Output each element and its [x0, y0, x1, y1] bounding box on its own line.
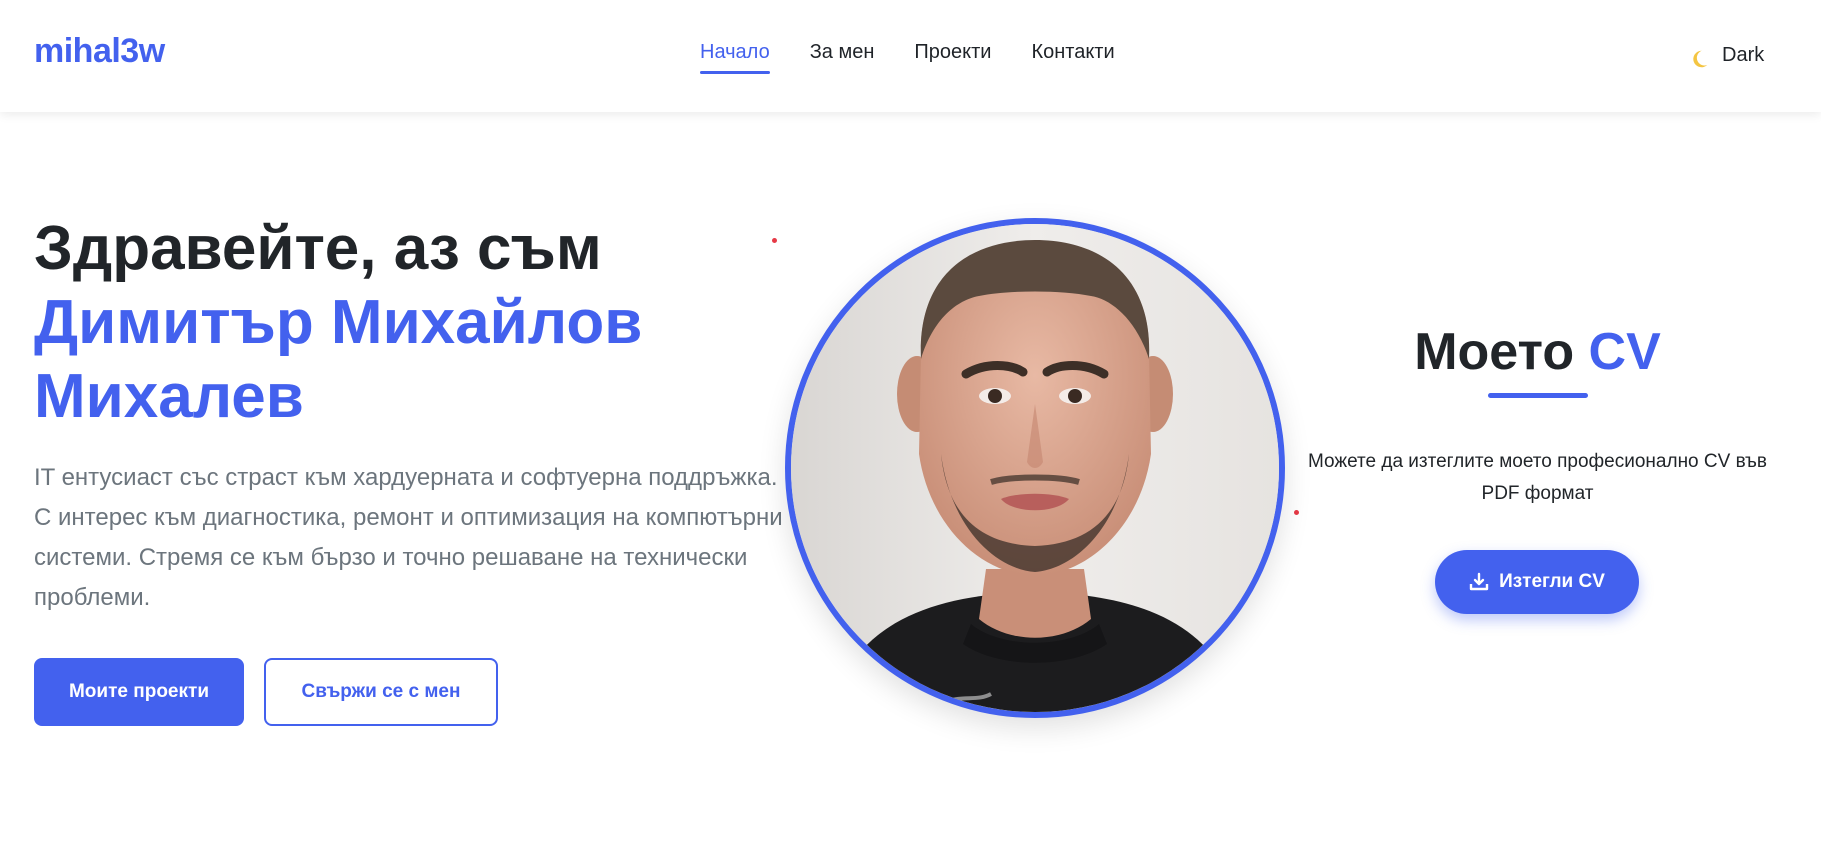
- decorative-dot: [772, 238, 777, 243]
- profile-photo: [785, 218, 1285, 718]
- profile-portrait-image: [791, 224, 1279, 712]
- hero-name-line1: Димитър Михайлов: [34, 288, 643, 357]
- download-cv-label: Изтегли CV: [1499, 571, 1605, 592]
- cv-title-accent: CV: [1588, 323, 1661, 381]
- download-cv-button[interactable]: Изтегли CV: [1435, 550, 1639, 614]
- hero-title: Здравейте, аз съм Димитър Михайлов Михал…: [34, 212, 642, 434]
- nav-link-projects[interactable]: Проекти: [914, 41, 991, 74]
- navbar: mihal3w Начало За мен Проекти Контакти D…: [0, 0, 1821, 112]
- cv-title-prefix: Моето: [1414, 323, 1575, 381]
- cv-description: Можете да изтеглите моето професионално …: [1307, 451, 1768, 504]
- nav-link-contacts[interactable]: Контакти: [1031, 41, 1114, 74]
- cv-title: Моето CV: [1340, 322, 1735, 382]
- download-icon: [1469, 572, 1489, 591]
- nav-link-home[interactable]: Начало: [700, 41, 770, 74]
- decorative-dot: [1294, 510, 1299, 515]
- nav-link-about[interactable]: За мен: [810, 41, 875, 74]
- hero-greeting: Здравейте, аз съм: [34, 214, 602, 283]
- theme-toggle-button[interactable]: Dark: [1688, 40, 1764, 70]
- theme-toggle-label: Dark: [1722, 43, 1765, 66]
- site-logo[interactable]: mihal3w: [34, 32, 165, 71]
- hero-description: IT ентусиаст със страст към хардуерната …: [34, 464, 783, 611]
- hero-name-line2: Михалев: [34, 362, 304, 431]
- moon-icon: [1693, 50, 1708, 68]
- nav-links: Начало За мен Проекти Контакти: [700, 41, 1115, 74]
- my-projects-button[interactable]: Моите проекти: [34, 658, 244, 726]
- cv-title-underline: [1488, 393, 1588, 398]
- contact-me-button[interactable]: Свържи се с мен: [264, 658, 498, 726]
